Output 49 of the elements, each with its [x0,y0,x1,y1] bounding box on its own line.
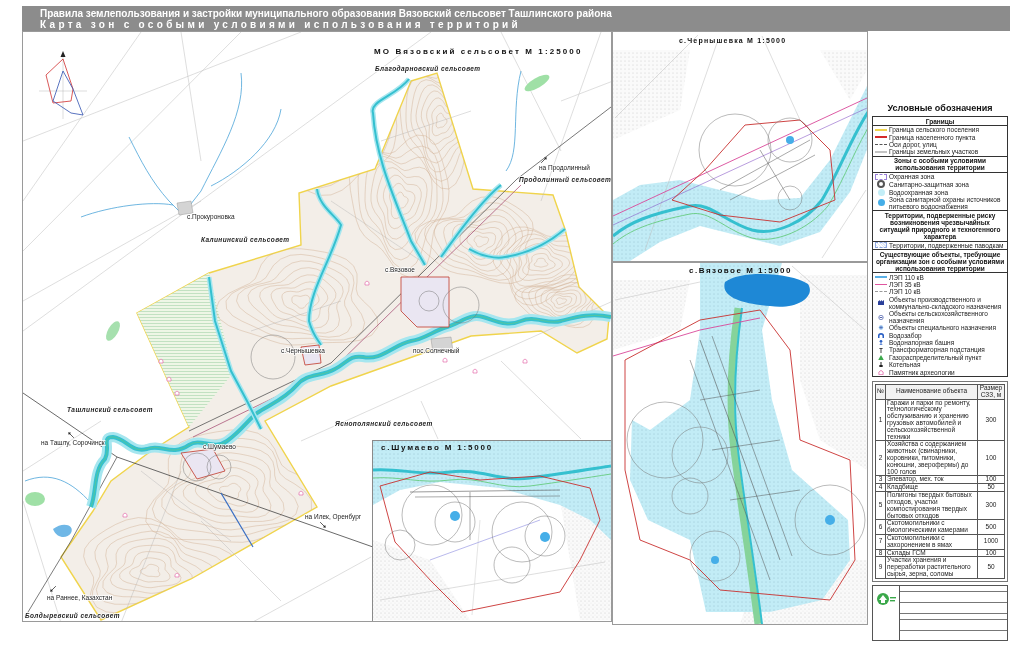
village-area [176,200,194,216]
arrow-icon [319,521,326,528]
house-shape-icon [174,390,180,396]
vegetation-patch [25,492,45,506]
sheet-title: Правила землепользования и застройки муниципального образования Вязовский сельсовет Ташлинского района [40,7,612,19]
sanitary-zone-circle [182,452,212,482]
house-shape-icon [166,376,172,382]
arrow-icon [68,432,75,439]
vegetation-patch [106,321,120,341]
house-shape-icon [364,280,370,286]
legend-title: Условные обозначения [886,103,994,113]
map-title: МО Вязовский сельсовет М 1:25000 [374,47,583,56]
triangle-icon [878,354,884,360]
lake [53,524,72,538]
cross-circle-icon [878,325,884,331]
house-shape-icon [158,358,164,364]
house-shape-icon [174,572,180,578]
inset-map-title: с.Вязовое М 1:5000 [689,266,792,275]
arrow-icon [540,157,547,164]
sheet-subtitle: Карта зон с особыми условиями использования территорий [40,18,521,30]
sanitary-zone-circle [206,454,232,480]
house-shape-icon [298,490,304,496]
point-marker-icon [825,515,835,525]
sanitary-zone-circle [777,185,803,211]
vegetation-patch [524,74,550,92]
house-shape-icon [122,512,128,518]
sanitary-zone-circle [689,530,741,582]
house-shape-icon [442,357,448,363]
dotted-terrain-area [820,50,867,100]
house-shape-icon [472,368,478,374]
sanitary-zone-circle [794,484,866,556]
chimney-icon [878,362,884,368]
village-boundary [400,276,450,328]
house-shape-icon [522,358,528,364]
circle-marker-icon [878,314,884,320]
point-marker-icon [711,556,719,564]
point-marker-icon [450,511,460,521]
inset-map-title: с.Шумаево М 1:5000 [381,443,493,452]
wind-rose-icon [38,51,88,120]
sanitary-zone-circle [442,286,480,324]
field-boundary-line [821,189,867,259]
point-marker-icon [540,532,550,542]
arrow-icon [50,585,57,592]
point-marker-icon [786,136,794,144]
arch-icon [878,332,884,338]
sanitary-zone-circle [418,290,440,312]
water-tower-icon [878,340,884,346]
logo-icon [876,592,896,606]
factory-icon [878,300,884,306]
